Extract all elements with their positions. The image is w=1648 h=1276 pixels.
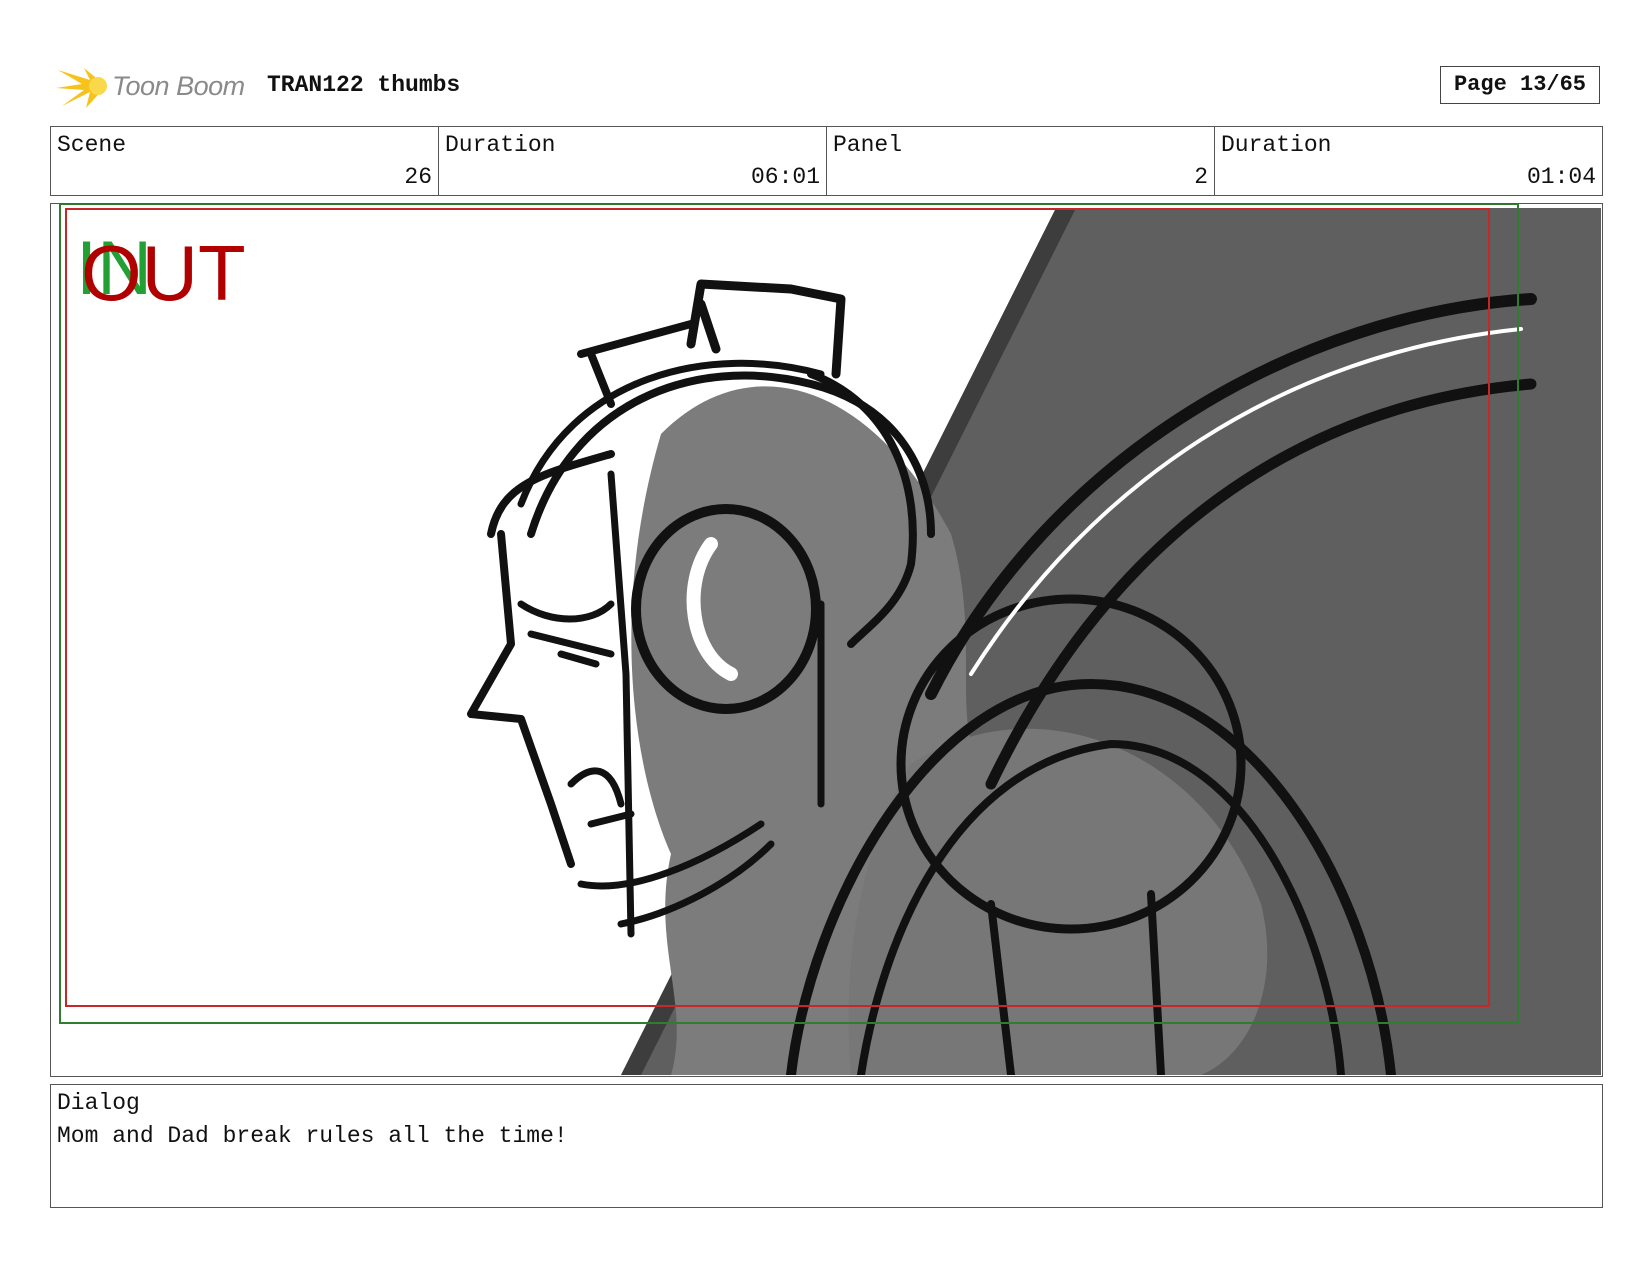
panel-duration-label: Duration	[1221, 132, 1332, 158]
dialog-box: Dialog Mom and Dad break rules all the t…	[50, 1084, 1603, 1208]
panel-duration-value: 01:04	[1526, 164, 1596, 190]
scene-duration-value: 06:01	[750, 164, 820, 190]
storyboard-panel: IN OUT	[50, 203, 1603, 1077]
panel-duration-cell: Duration 01:04	[1215, 127, 1602, 195]
scene-duration-cell: Duration 06:01	[439, 127, 827, 195]
panel-value: 2	[1194, 164, 1208, 190]
scene-duration-label: Duration	[445, 132, 556, 158]
starburst-icon	[56, 68, 107, 108]
toon-boom-logo: Toon Boom	[54, 60, 254, 112]
eye-brow	[517, 600, 615, 668]
document-title: TRAN122 thumbs	[267, 72, 461, 98]
logo-text: Toon Boom	[112, 71, 245, 101]
dialog-label: Dialog	[57, 1090, 140, 1116]
out-marker: OUT	[81, 229, 246, 317]
scene-value: 26	[404, 164, 432, 190]
storyboard-header: Toon Boom TRAN122 thumbs Page 13/65	[50, 58, 1600, 116]
scene-info-table: Scene 26 Duration 06:01 Panel 2 Duration…	[50, 126, 1603, 196]
page-indicator: Page 13/65	[1440, 66, 1600, 104]
scene-label: Scene	[57, 132, 127, 158]
dialog-text: Mom and Dad break rules all the time!	[57, 1123, 568, 1149]
panel-cell: Panel 2	[827, 127, 1215, 195]
scene-cell: Scene 26	[51, 127, 439, 195]
panel-drawing: IN OUT	[59, 204, 1601, 1075]
panel-label: Panel	[833, 132, 903, 158]
mouth	[567, 767, 635, 828]
